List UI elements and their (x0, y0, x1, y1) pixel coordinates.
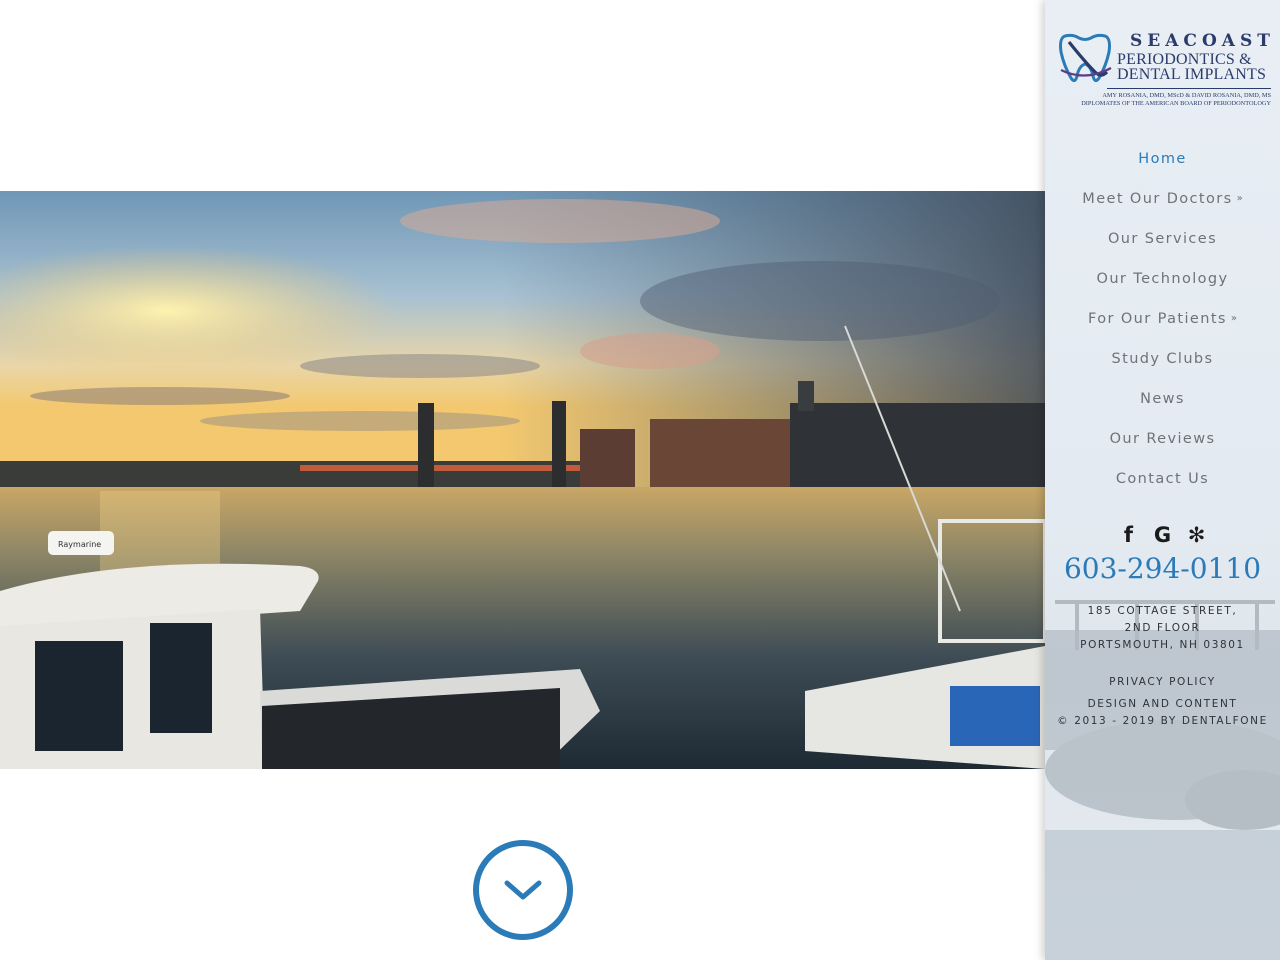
nav-item-label: Our Services (1107, 231, 1218, 247)
nav-item-our-services[interactable]: Our Services (1045, 221, 1280, 261)
nav-item-label: Home (1138, 151, 1187, 167)
nav-item-label: Study Clubs (1111, 351, 1214, 367)
nav-item-meet-our-doctors[interactable]: Meet Our Doctors» (1045, 181, 1280, 221)
social-links: f G ✻ (1045, 522, 1280, 548)
nav-item-our-technology[interactable]: Our Technology (1045, 261, 1280, 301)
yelp-icon[interactable]: ✻ (1187, 522, 1207, 548)
nav-item-label: Our Reviews (1109, 431, 1216, 447)
address-block: 185 COTTAGE STREET, 2ND FLOOR PORTSMOUTH… (1045, 603, 1280, 654)
tooth-logo-icon (1059, 33, 1112, 83)
nav-item-for-our-patients[interactable]: For Our Patients» (1045, 301, 1280, 341)
privacy-policy-link[interactable]: PRIVACY POLICY (1045, 674, 1280, 696)
nav-item-study-clubs[interactable]: Study Clubs (1045, 341, 1280, 381)
logo-divider (1107, 88, 1271, 89)
logo-doctors-line: AMY ROSANIA, DMD, MScD & DAVID ROSANIA, … (1102, 92, 1271, 99)
hero-image: Raymarine (0, 191, 1045, 769)
footer-links: PRIVACY POLICY DESIGN AND CONTENT © 2013… (1045, 674, 1280, 730)
nav-item-our-reviews[interactable]: Our Reviews (1045, 421, 1280, 461)
google-icon[interactable]: G (1153, 522, 1173, 548)
copyright-text: © 2013 - 2019 BY DENTALFONE (1057, 715, 1268, 727)
facebook-icon[interactable]: f (1119, 522, 1139, 548)
dropdown-chevron-icon: » (1236, 193, 1243, 204)
nav-item-label: Our Technology (1096, 271, 1229, 287)
nav-item-label: News (1140, 391, 1185, 407)
nav-item-label: Meet Our Doctors (1082, 191, 1233, 207)
nav-item-home[interactable]: Home (1045, 141, 1280, 181)
nav-item-label: Contact Us (1115, 471, 1210, 487)
address-line: PORTSMOUTH, NH 03801 (1080, 639, 1245, 651)
boat-brand-text: Raymarine (58, 540, 101, 549)
sidebar: SEACOAST PERIODONTICS & DENTAL IMPLANTS … (1045, 0, 1280, 960)
practice-logo[interactable]: SEACOAST PERIODONTICS & DENTAL IMPLANTS … (1055, 30, 1271, 110)
main-nav: Home Meet Our Doctors» Our Services Our … (1045, 141, 1280, 501)
address-line: 2ND FLOOR (1124, 622, 1201, 634)
nav-item-label: For Our Patients (1087, 311, 1227, 327)
nav-item-news[interactable]: News (1045, 381, 1280, 421)
nav-item-contact-us[interactable]: Contact Us (1045, 461, 1280, 501)
scroll-down-button[interactable] (473, 840, 573, 940)
logo-line-implants: DENTAL IMPLANTS (1117, 66, 1267, 83)
chevron-down-icon (504, 880, 542, 900)
dropdown-chevron-icon: » (1230, 313, 1237, 324)
logo-line-seacoast: SEACOAST (1130, 31, 1275, 51)
phone-number-link[interactable]: 603-294-0110 (1045, 552, 1280, 585)
design-content-link[interactable]: DESIGN AND CONTENT (1045, 696, 1280, 713)
address-line: 185 COTTAGE STREET, (1087, 605, 1238, 617)
logo-diplomates-line: DIPLOMATES OF THE AMERICAN BOARD OF PERI… (1081, 100, 1271, 107)
